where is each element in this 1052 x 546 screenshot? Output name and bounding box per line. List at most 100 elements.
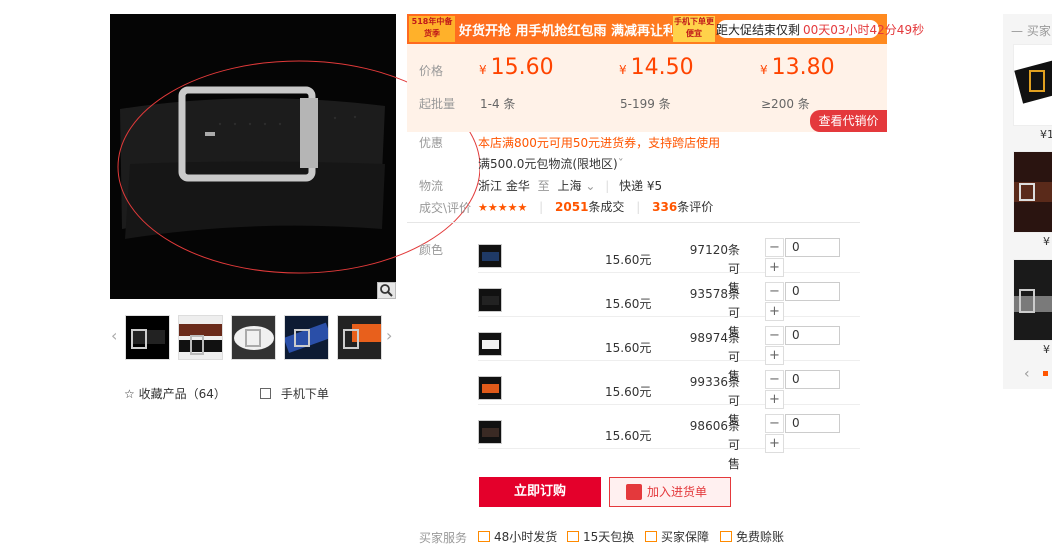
divider <box>407 222 860 223</box>
mobile-order-button[interactable]: 手机下单 <box>260 385 329 402</box>
divider: | <box>605 179 610 193</box>
divider: | <box>539 200 544 214</box>
divider: | <box>636 200 641 214</box>
countdown-label: 距大促结束仅剩 <box>716 23 801 37</box>
belt-icon <box>482 296 499 305</box>
sku-color-swatch[interactable] <box>478 288 502 312</box>
quantity-input[interactable]: 0 <box>785 282 840 301</box>
sku-price: 15.60元 <box>605 341 652 355</box>
view-agent-price-button[interactable]: 查看代销价 <box>810 110 887 132</box>
promo-season-tag: 518年中备货季 <box>409 16 455 42</box>
sku-row: 15.60元 93578条可售 −0 + <box>478 273 860 339</box>
rail-price-2: ¥ <box>1043 235 1050 248</box>
shipping-offer[interactable]: 满500.0元包物流(限地区)ˇ <box>478 155 624 172</box>
decrement-button[interactable]: − <box>765 282 784 301</box>
review-count-link[interactable]: 336条评价 <box>652 200 713 214</box>
sku-color-swatch[interactable] <box>478 332 502 356</box>
belt-icon <box>482 384 499 393</box>
sku-color-swatch[interactable] <box>478 420 502 444</box>
thumb-next-arrow[interactable]: › <box>386 326 392 345</box>
price-label: 价格 <box>419 64 444 78</box>
decrement-button[interactable]: − <box>765 414 784 433</box>
order-now-button[interactable]: 立即订购 <box>479 477 601 507</box>
rail-product-3[interactable] <box>1013 259 1052 341</box>
promo-slogan: 好货开抢 用手机抢红包雨 满减再让利! <box>459 24 682 39</box>
belt-icon <box>482 252 499 261</box>
thumbnail-1[interactable] <box>125 315 170 360</box>
increment-button[interactable]: + <box>765 434 784 453</box>
thumbnail-2[interactable] <box>178 315 223 360</box>
chevron-down-icon: ˇ <box>617 157 624 171</box>
sku-color-swatch[interactable] <box>478 244 502 268</box>
star-outline-icon: ☆ <box>124 387 135 401</box>
quantity-input[interactable]: 0 <box>785 238 840 257</box>
coupon-text[interactable]: 本店满800元可用50元进货券，支持跨店使用 <box>478 134 720 151</box>
service-guarantee[interactable]: 买家保障 <box>645 528 709 545</box>
service-credit[interactable]: 免费赊账 <box>720 528 784 545</box>
sku-row: 15.60元 97120条可售 −0 + <box>478 229 860 295</box>
add-to-cart-button[interactable]: 加入进货单 <box>609 477 731 507</box>
logistics-row: 浙江 金华 至 上海 ⌄ | 快递 ¥5 <box>478 177 662 194</box>
qrcode-icon <box>260 388 271 399</box>
rail-title: — 买家 <box>1011 24 1051 38</box>
destination-select[interactable]: 上海 ⌄ <box>558 179 596 193</box>
deals-label: 成交\评价 <box>419 201 472 215</box>
color-label: 颜色 <box>419 243 444 257</box>
thumbnail-5[interactable] <box>337 315 382 360</box>
zoom-button[interactable] <box>377 282 396 299</box>
sold-count-link[interactable]: 2051条成交 <box>555 200 624 214</box>
currency-symbol: ¥ <box>760 63 768 77</box>
currency-symbol: ¥ <box>479 63 487 77</box>
quantity-input[interactable]: 0 <box>785 414 840 433</box>
qty-tier-2: 5-199 条 <box>620 97 671 111</box>
rail-price-3: ¥ <box>1043 343 1050 356</box>
magnifier-icon <box>380 284 393 297</box>
main-product-image[interactable] <box>110 14 396 299</box>
service-48h[interactable]: 48小时发货 <box>478 528 557 545</box>
offers-label: 优惠 <box>419 136 444 150</box>
sku-row: 15.60元 98606条可售 −0 + <box>478 405 860 471</box>
logistics-label: 物流 <box>419 179 444 193</box>
moq-label: 起批量 <box>419 97 456 111</box>
services-label: 买家服务 <box>419 531 468 545</box>
decrement-button[interactable]: − <box>765 238 784 257</box>
price-tier-2: ¥14.50 <box>619 55 694 80</box>
sku-stock: 98606条可售 <box>689 419 740 471</box>
rail-prev-arrow[interactable]: ‹ <box>1024 366 1030 382</box>
decrement-button[interactable]: − <box>765 326 784 345</box>
shipping-method: 快递 ¥5 <box>619 179 663 193</box>
rail-product-1[interactable] <box>1013 44 1052 126</box>
price-tier-3: ¥13.80 <box>760 55 835 80</box>
sku-price: 15.60元 <box>605 429 652 443</box>
thumbnail-3[interactable] <box>231 315 276 360</box>
decrement-button[interactable]: − <box>765 370 784 389</box>
sku-price: 15.60元 <box>605 297 652 311</box>
currency-symbol: ¥ <box>619 63 627 77</box>
shield-icon <box>645 531 657 542</box>
rating-stars: ★★★★★ <box>478 201 528 214</box>
rail-page-dot[interactable] <box>1043 371 1048 376</box>
rail-price-1: ¥1 <box>1040 128 1052 141</box>
qty-tier-3: ≥200 条 <box>761 97 810 111</box>
service-15day[interactable]: 15天包换 <box>567 528 634 545</box>
promo-mobile-tag: 手机下单更便宜 <box>673 16 715 42</box>
quantity-input[interactable]: 0 <box>785 326 840 345</box>
quantity-input[interactable]: 0 <box>785 370 840 389</box>
clock-icon <box>478 531 490 542</box>
thumbnail-4[interactable] <box>284 315 329 360</box>
belt-icon <box>482 340 499 349</box>
thumb-prev-arrow[interactable]: ‹ <box>111 326 117 345</box>
belt-icon <box>482 428 499 437</box>
deals-row: ★★★★★ | 2051条成交 | 336条评价 <box>478 198 713 215</box>
rail-product-2[interactable] <box>1013 151 1052 233</box>
sku-price: 15.60元 <box>605 253 652 267</box>
to-label: 至 <box>537 179 550 193</box>
sku-row: 15.60元 98974条可售 −0 + <box>478 317 860 383</box>
chevron-down-icon: ⌄ <box>585 179 596 193</box>
sku-row: 15.60元 99336条可售 −0 + <box>478 361 860 427</box>
sku-color-swatch[interactable] <box>478 376 502 400</box>
countdown-time: 00天03小时42分49秒 <box>803 23 925 37</box>
cart-icon <box>626 484 642 500</box>
credit-icon <box>720 531 732 542</box>
favorite-product-button[interactable]: ☆ 收藏产品（64） <box>124 385 226 402</box>
